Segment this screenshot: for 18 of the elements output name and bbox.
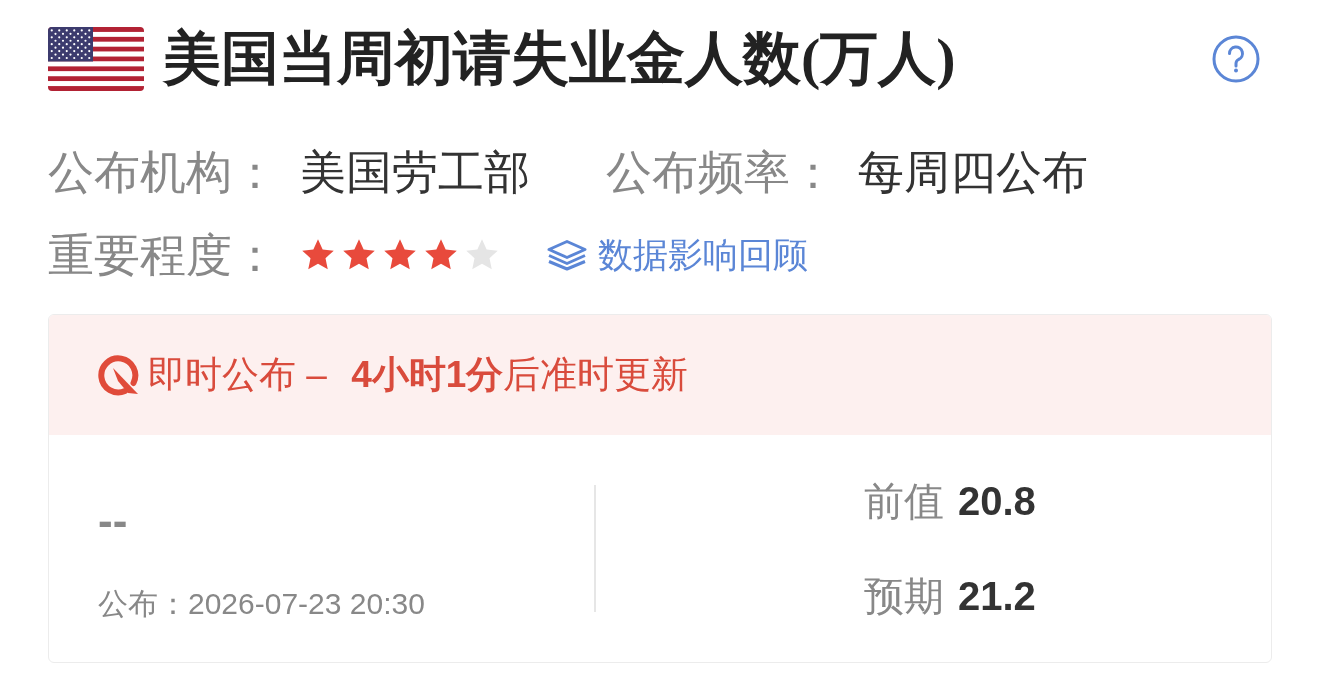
flag-icon bbox=[48, 27, 144, 91]
figure-label: 预期 bbox=[864, 572, 944, 620]
info-value: 每周四公布 bbox=[858, 145, 1088, 200]
release-time: 公布：2026-07-23 20:30 bbox=[98, 586, 425, 622]
figure-label: 前值 bbox=[864, 477, 944, 525]
help-icon[interactable] bbox=[1212, 35, 1260, 83]
figure-value: 20.8 bbox=[958, 478, 1036, 524]
indicator-title: 美国当周初请失业金人数(万人) bbox=[163, 27, 956, 91]
importance-label: 重要程度： bbox=[48, 228, 278, 283]
info-label: 公布机构： bbox=[48, 145, 278, 200]
ring-icon bbox=[98, 354, 140, 396]
release-notice: 即时公布 – 4小时1分后准时更新 bbox=[148, 353, 689, 397]
info-label: 公布频率： bbox=[606, 145, 836, 200]
actual-value: -- bbox=[98, 499, 128, 543]
layers-icon bbox=[546, 239, 588, 271]
figure-value: 21.2 bbox=[958, 573, 1036, 619]
review-link[interactable]: 数据影响回顾 bbox=[546, 233, 808, 277]
info-value: 美国劳工部 bbox=[300, 145, 530, 200]
